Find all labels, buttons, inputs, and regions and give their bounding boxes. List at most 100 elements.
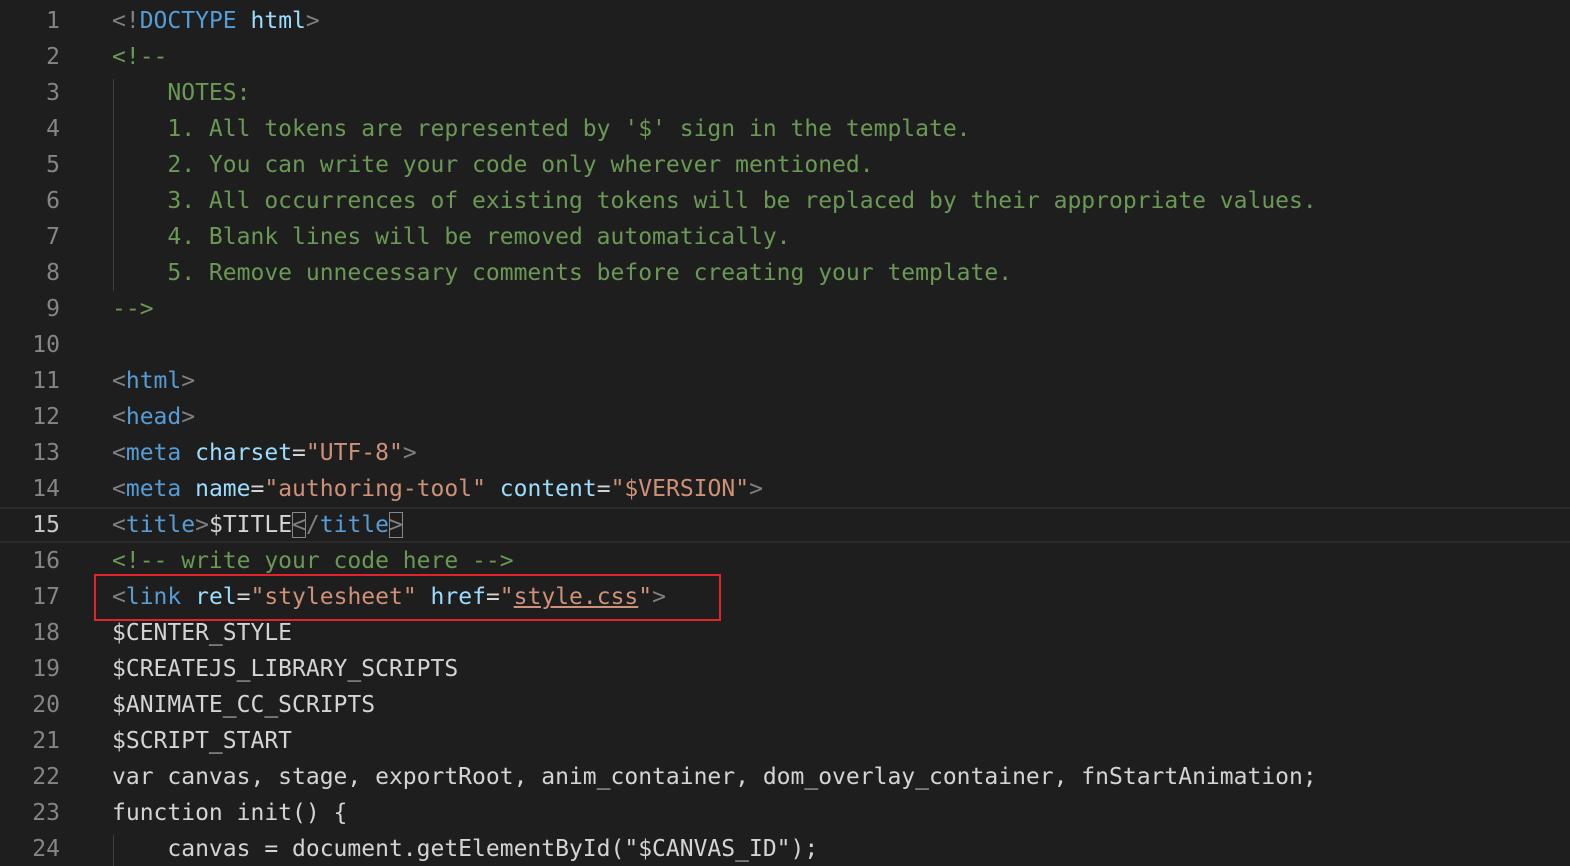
code-token: title (319, 512, 390, 538)
code-line[interactable]: 22 var canvas, stage, exportRoot, anim_co… (0, 759, 1570, 795)
code-token: "stylesheet" (250, 584, 417, 610)
code-token: $CENTER_STYLE (112, 620, 293, 646)
code-token: = (292, 440, 306, 466)
code-token: < (292, 512, 306, 538)
code-token: --> (112, 296, 154, 322)
code-token: > (402, 440, 417, 466)
code-token: 5. Remove unnecessary comments before cr… (112, 260, 1013, 286)
code-token: meta (125, 440, 182, 466)
line-number: 14 (32, 476, 60, 502)
code-token: / (305, 512, 320, 538)
line-code: <head> (112, 399, 195, 435)
code-line[interactable]: 10 (0, 327, 1570, 363)
code-token: > (181, 368, 196, 394)
code-token: html (125, 368, 182, 394)
code-token: href (430, 584, 486, 610)
line-code: <title>$TITLE</title> (112, 507, 403, 543)
code-line[interactable]: 17 <link rel="stylesheet" href="style.css… (0, 579, 1570, 615)
line-code: <link rel="stylesheet" href="style.css"> (112, 579, 666, 615)
code-token: > (652, 584, 666, 610)
code-line[interactable]: 2 <!-- (0, 39, 1570, 75)
code-editor[interactable]: 1 <!DOCTYPE html> 2 <!-- 3 NOTES: 4 1. All to… (0, 0, 1570, 866)
code-token: = (250, 476, 265, 502)
code-line[interactable]: 20 $ANIMATE_CC_SCRIPTS (0, 687, 1570, 723)
line-number: 13 (32, 440, 60, 466)
line-code: NOTES: (112, 75, 250, 111)
code-line[interactable]: 5 2. You can write your code only wherev… (0, 147, 1570, 183)
line-number: 22 (32, 764, 60, 790)
code-token: title (125, 512, 196, 538)
code-token: $TITLE (208, 512, 293, 538)
code-line[interactable]: 8 5. Remove unnecessary comments before … (0, 255, 1570, 291)
code-line[interactable]: 11 <html> (0, 363, 1570, 399)
code-token: $SCRIPT_START (112, 728, 293, 754)
code-token: > (749, 476, 763, 502)
line-code: <meta charset="UTF-8"> (112, 435, 417, 471)
line-number: 12 (32, 404, 60, 430)
line-code: <html> (112, 363, 195, 399)
code-token: 1. All tokens are represented by '$' sig… (112, 116, 971, 142)
code-line[interactable]: 1 <!DOCTYPE html> (0, 3, 1570, 39)
code-line[interactable]: 21 $SCRIPT_START (0, 723, 1570, 759)
line-code: 2. You can write your code only wherever… (112, 147, 874, 183)
line-number: 23 (32, 800, 60, 826)
code-line[interactable]: 15 <title>$TITLE</title> (0, 507, 1570, 543)
line-number: 18 (32, 620, 60, 646)
code-token: < (112, 404, 126, 430)
code-token: > (181, 404, 196, 430)
code-token: var canvas, stage, exportRoot, anim_cont… (112, 764, 1317, 790)
code-line[interactable]: 16 <!-- write your code here --> (0, 543, 1570, 579)
line-number: 11 (32, 368, 60, 394)
code-token: charset (195, 440, 293, 466)
line-code: 5. Remove unnecessary comments before cr… (112, 255, 1012, 291)
line-code: 3. All occurrences of existing tokens wi… (112, 183, 1316, 219)
code-token: "$VERSION" (610, 476, 750, 502)
code-token: "authoring-tool" (264, 476, 486, 502)
code-token: DOCTYPE (139, 8, 237, 34)
line-code: <!-- write your code here --> (112, 543, 514, 579)
line-code: --> (112, 291, 154, 327)
code-token: " (499, 584, 514, 610)
line-code: $CENTER_STYLE (112, 615, 292, 651)
line-number: 9 (46, 296, 60, 322)
line-code: function init() { (112, 795, 347, 831)
code-token: rel (195, 584, 237, 610)
code-line[interactable]: 9 --> (0, 291, 1570, 327)
code-line[interactable]: 3 NOTES: (0, 75, 1570, 111)
line-number: 21 (32, 728, 60, 754)
line-number: 20 (32, 692, 60, 718)
code-token: = (236, 584, 251, 610)
line-number: 8 (46, 260, 60, 286)
code-token: = (485, 584, 500, 610)
line-number: 5 (46, 152, 60, 178)
code-line[interactable]: 24 canvas = document.getElementById("$CA… (0, 831, 1570, 866)
line-code: var canvas, stage, exportRoot, anim_cont… (112, 759, 1317, 795)
code-line[interactable]: 4 1. All tokens are represented by '$' s… (0, 111, 1570, 147)
code-line[interactable]: 19 $CREATEJS_LIBRARY_SCRIPTS (0, 651, 1570, 687)
code-line[interactable]: 13 <meta charset="UTF-8"> (0, 435, 1570, 471)
code-line[interactable]: 6 3. All occurrences of existing tokens … (0, 183, 1570, 219)
line-number: 1 (46, 8, 60, 34)
line-number: 7 (46, 224, 60, 250)
line-number: 4 (46, 116, 60, 142)
line-number: 17 (32, 584, 60, 610)
code-token: < (112, 476, 126, 502)
code-line[interactable]: 18 $CENTER_STYLE (0, 615, 1570, 651)
code-line[interactable]: 7 4. Blank lines will be removed automat… (0, 219, 1570, 255)
code-line[interactable]: 12 <head> (0, 399, 1570, 435)
code-token: < (112, 440, 126, 466)
code-token: name (195, 476, 251, 502)
code-token: html (250, 8, 306, 34)
code-token: link (125, 584, 182, 610)
line-number: 6 (46, 188, 60, 214)
line-code: 4. Blank lines will be removed automatic… (112, 219, 790, 255)
code-line[interactable]: 23 function init() { (0, 795, 1570, 831)
code-token: meta (125, 476, 182, 502)
line-number: 10 (32, 332, 60, 358)
code-token: head (125, 404, 182, 430)
code-token: 2. You can write your code only wherever… (112, 152, 874, 178)
code-line[interactable]: 14 <meta name="authoring-tool" content="$… (0, 471, 1570, 507)
code-token: > (195, 512, 209, 538)
